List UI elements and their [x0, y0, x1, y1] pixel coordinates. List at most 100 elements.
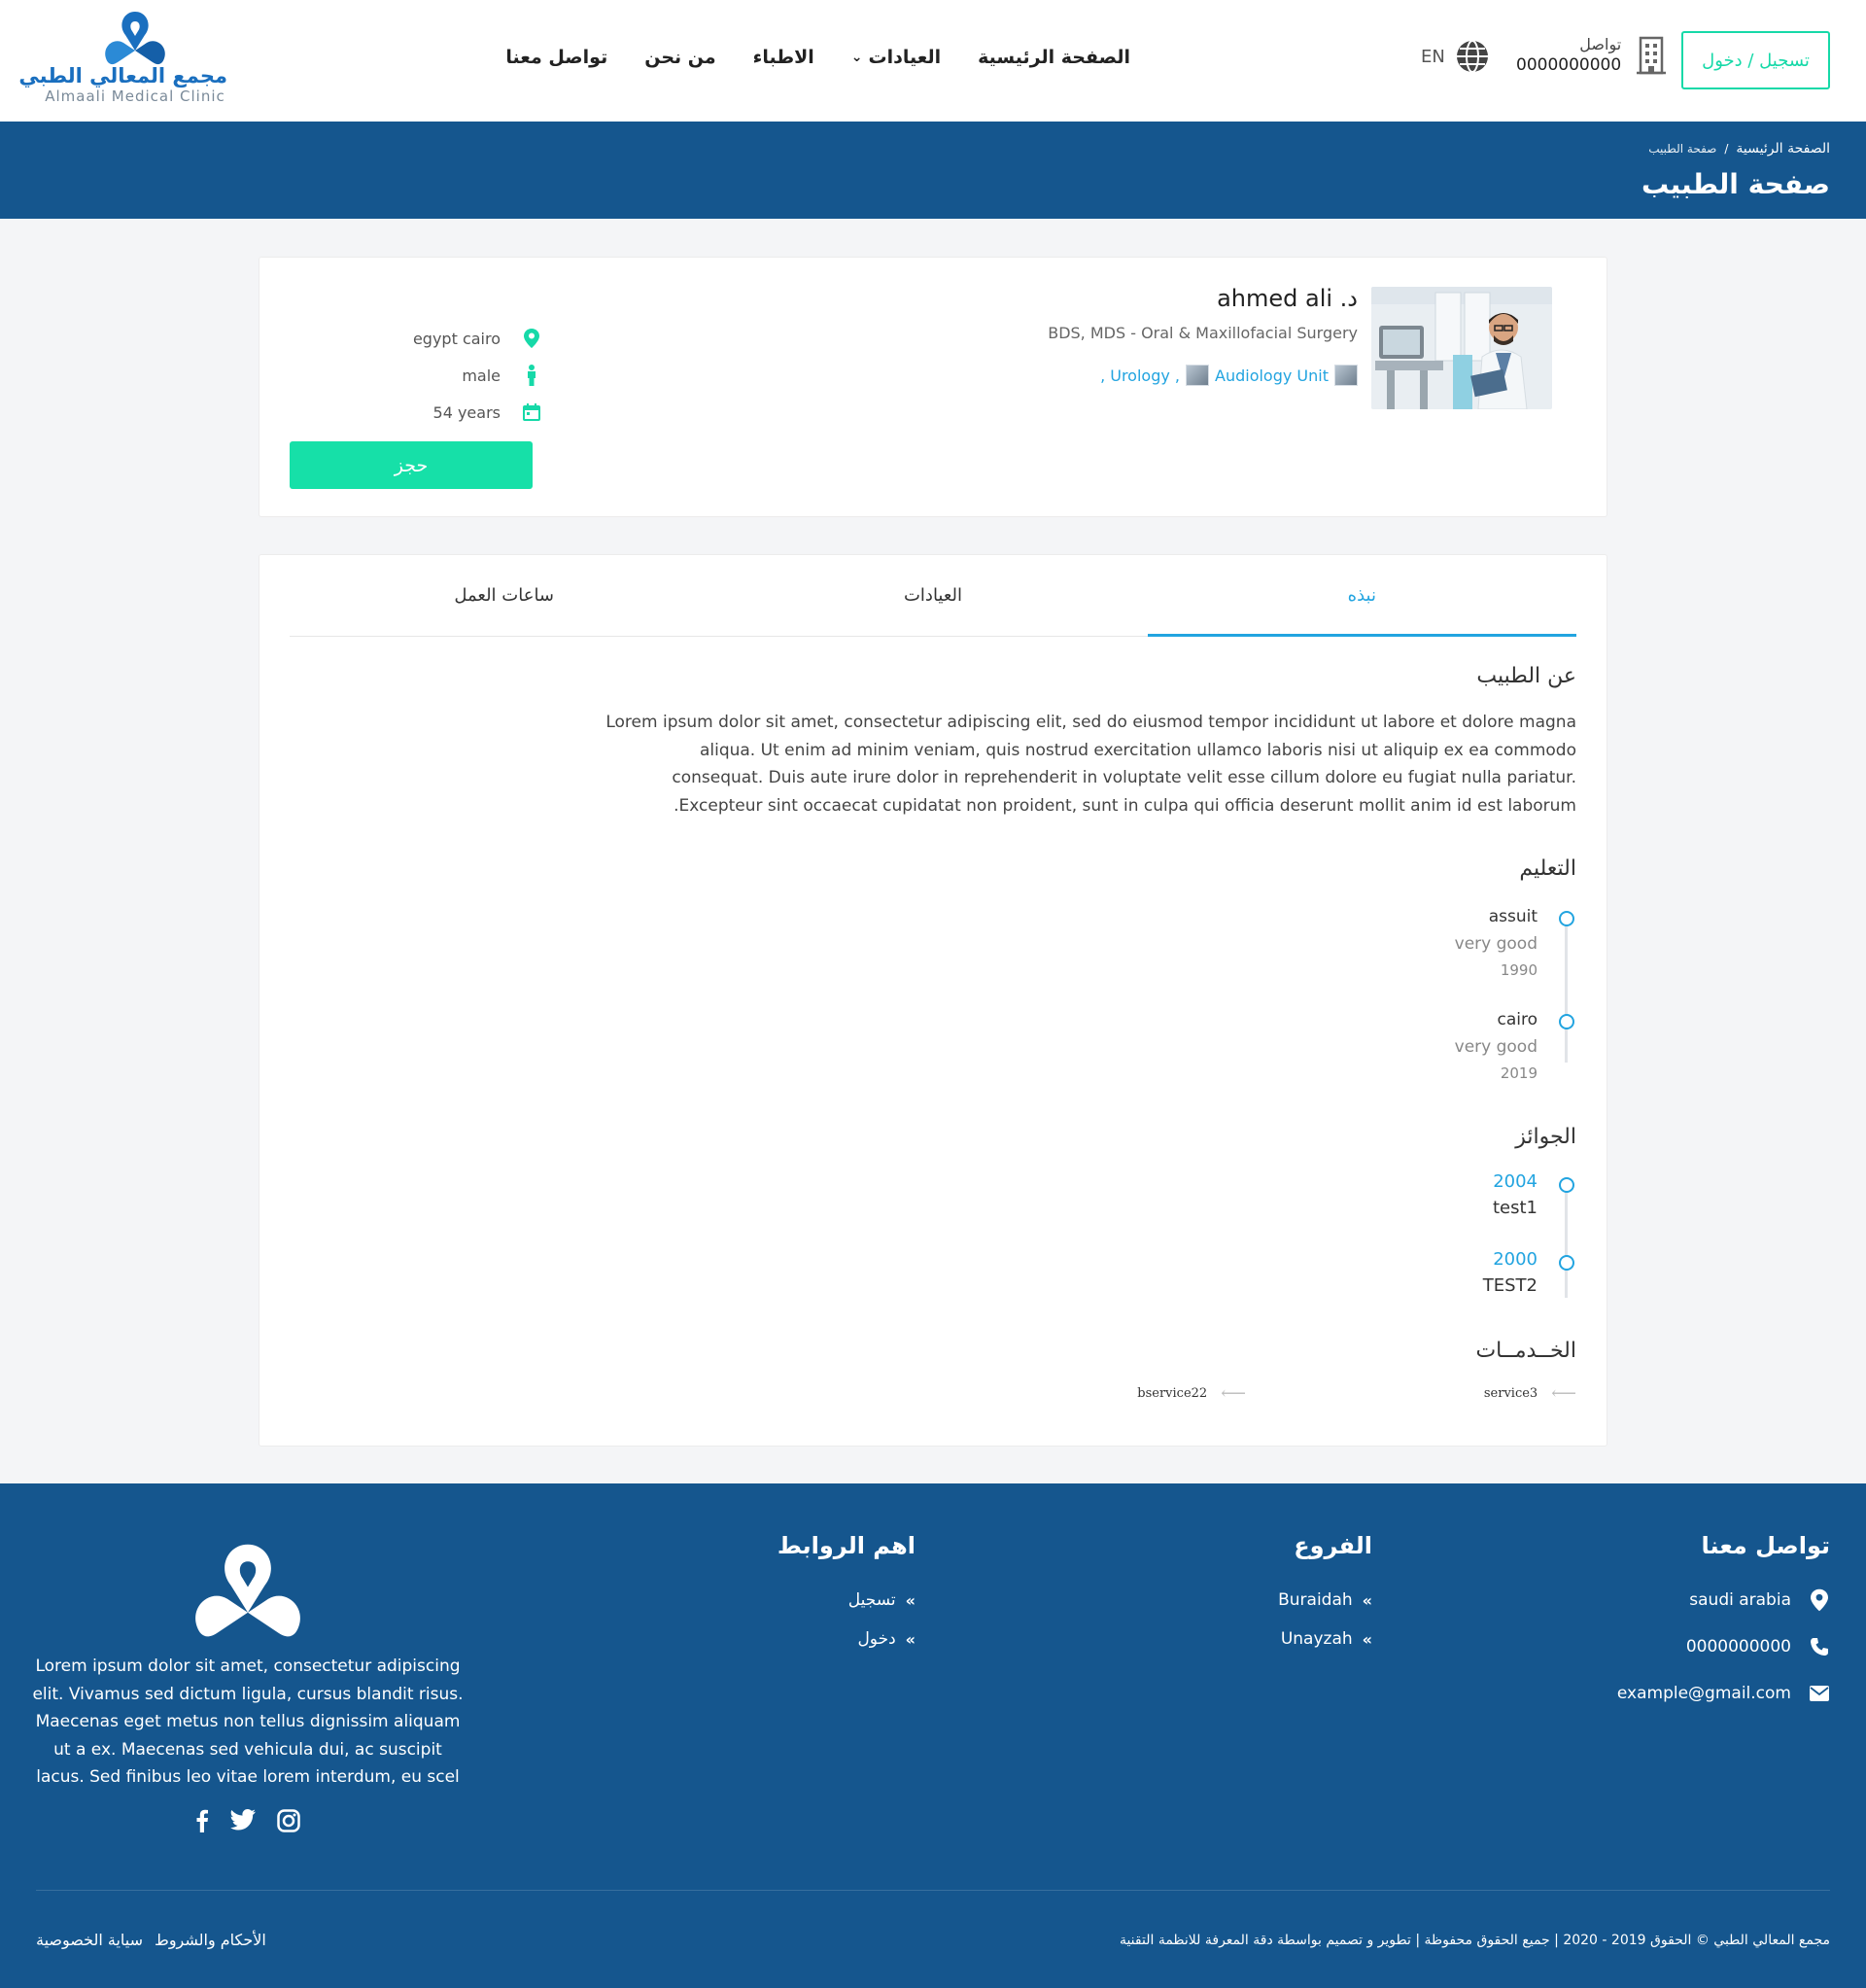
doctor-age: 54 years	[432, 402, 501, 422]
award-item: 2004 test1	[1493, 1171, 1538, 1218]
services-list: ⟵ service3 ⟵ bservice22	[916, 1383, 1576, 1404]
phone-icon	[1811, 1638, 1828, 1656]
nav-clinics-label: العيادات	[868, 47, 942, 68]
facebook-icon[interactable]	[195, 1809, 209, 1832]
double-chevron-icon: »	[1362, 1629, 1372, 1649]
timeline-dot	[1559, 1177, 1574, 1193]
male-person-icon	[528, 365, 536, 386]
education-item: assuit very good 1990	[1455, 907, 1538, 979]
services-title: الخــدمــات	[1475, 1339, 1576, 1363]
award-item: 2000 TEST2	[1483, 1249, 1538, 1296]
footer-address: saudi arabia	[1689, 1590, 1791, 1610]
nav-doctors[interactable]: الاطباء	[753, 47, 814, 68]
breadcrumb: الصفحة الرئيسية / صفحة الطبيب	[1648, 141, 1830, 157]
education-timeline: assuit very good 1990 cairo very good 20…	[1188, 907, 1576, 1082]
breadcrumb-home[interactable]: الصفحة الرئيسية	[1736, 141, 1830, 157]
footer-legal-links: الأحكام والشروط سياية الخصوصية	[36, 1931, 266, 1949]
main-nav: الصفحة الرئيسية العيادات ⌄ الاطباء من نح…	[505, 47, 1130, 68]
education-year: 2019	[1500, 1064, 1538, 1082]
award-year: 2004	[1493, 1171, 1538, 1192]
education-school: cairo	[1497, 1010, 1538, 1029]
clinic-thumbnail	[1334, 365, 1358, 386]
instagram-icon[interactable]	[277, 1808, 300, 1832]
award-title: test1	[1492, 1198, 1538, 1218]
double-chevron-icon: »	[1362, 1590, 1372, 1610]
twitter-icon[interactable]	[230, 1808, 256, 1832]
privacy-link[interactable]: سياية الخصوصية	[36, 1931, 143, 1949]
footer-email[interactable]: example@gmail.com	[1617, 1684, 1791, 1703]
footer-branches-title: الفروع	[1294, 1532, 1372, 1559]
doctor-photo	[1371, 287, 1552, 409]
awards-title: الجوائز	[1515, 1125, 1576, 1149]
clinic-link-audiology[interactable]: Audiology Unit	[1215, 366, 1329, 385]
double-chevron-icon: »	[905, 1629, 916, 1649]
service-item: ⟵ service3	[1246, 1383, 1576, 1404]
footer-contact-column: تواصل معنا saudi arabia 0000000000 examp…	[1617, 1532, 1830, 1713]
footer-email-row: example@gmail.com	[1617, 1674, 1830, 1713]
footer-register-link[interactable]: » تسجيل	[778, 1581, 916, 1620]
footer-link-label: دخول	[857, 1629, 896, 1649]
award-year: 2000	[1493, 1249, 1538, 1270]
doctor-photo-image	[1371, 287, 1552, 409]
doctor-location-row: egypt cairo	[386, 320, 541, 357]
doctor-info-list: egypt cairo male 54 years	[386, 320, 541, 431]
header-contact-number[interactable]: 0000000000	[1516, 55, 1621, 75]
footer-branch-link[interactable]: » Buraidah	[1278, 1581, 1372, 1620]
awards-timeline: 2004 test1 2000 TEST2	[1188, 1171, 1576, 1298]
service-name: bservice22	[1137, 1386, 1208, 1401]
nav-about[interactable]: من نحن	[644, 47, 715, 68]
education-year: 1990	[1500, 961, 1538, 979]
footer-branch-link[interactable]: » Unayzah	[1278, 1620, 1372, 1658]
site-footer: تواصل معنا saudi arabia 0000000000 examp…	[0, 1483, 1866, 1988]
tab-working-hours[interactable]: ساعات العمل	[290, 555, 718, 636]
footer-link-label: تسجيل	[847, 1590, 896, 1610]
nav-clinics-dropdown[interactable]: العيادات ⌄	[851, 47, 941, 68]
doctor-age-row: 54 years	[386, 394, 541, 431]
language-code: EN	[1421, 46, 1445, 67]
book-appointment-button[interactable]: حجز	[290, 441, 533, 489]
envelope-icon	[1810, 1686, 1829, 1701]
education-title: التعليم	[1519, 856, 1576, 881]
doctor-location: egypt cairo	[412, 329, 501, 348]
footer-brand: Lorem ipsum dolor sit amet, consectetur …	[29, 1528, 466, 1832]
chevron-down-icon: ⌄	[850, 50, 863, 65]
logo-mark-icon	[195, 1544, 300, 1637]
footer-login-link[interactable]: » دخول	[778, 1620, 916, 1658]
doctor-gender: male	[462, 366, 501, 385]
building-icon	[1637, 36, 1667, 74]
clinic-thumbnail	[1186, 365, 1209, 386]
education-item: cairo very good 2019	[1455, 1010, 1538, 1082]
language-switcher[interactable]: EN	[1421, 39, 1490, 74]
footer-phone[interactable]: 0000000000	[1686, 1637, 1791, 1657]
footer-copyright: مجمع المعالي الطبي © الحقوق 2019 - 2020 …	[1119, 1933, 1830, 1948]
header-contact: تواصل 0000000000	[1516, 35, 1668, 75]
timeline-line	[1565, 1185, 1568, 1298]
footer-branch-name: Unayzah	[1280, 1629, 1353, 1649]
footer-branch-name: Buraidah	[1278, 1590, 1353, 1610]
timeline-dot	[1559, 911, 1574, 926]
tab-bio[interactable]: نبذه	[1147, 555, 1577, 637]
map-pin-icon	[524, 329, 539, 348]
about-text: Lorem ipsum dolor sit amet, consectetur …	[605, 713, 1576, 816]
login-register-button[interactable]: تسجيل / دخول	[1681, 31, 1830, 89]
timeline-dot	[1559, 1014, 1574, 1029]
terms-link[interactable]: الأحكام والشروط	[155, 1931, 266, 1949]
page-title: صفحة الطبيب	[1641, 168, 1830, 200]
clinic-link-urology[interactable]: , Urology ,	[1100, 366, 1180, 385]
logo-english-text: Almaali Medical Clinic	[45, 87, 225, 105]
doctor-name: د. ahmed ali	[1217, 285, 1358, 312]
service-name: service3	[1483, 1386, 1538, 1401]
timeline-line	[1565, 919, 1568, 1063]
doctor-summary-card: د. ahmed ali BDS, MDS - Oral & Maxillofa…	[259, 257, 1607, 517]
arrow-left-icon: ⟵	[1551, 1383, 1576, 1404]
nav-home[interactable]: الصفحة الرئيسية	[978, 47, 1130, 68]
tab-clinics[interactable]: العيادات	[718, 555, 1147, 636]
site-logo[interactable]: مجمع المعالي الطبي Almaali Medical Clini…	[18, 8, 227, 117]
award-title: TEST2	[1482, 1275, 1538, 1296]
service-item: ⟵ bservice22	[916, 1383, 1246, 1404]
nav-contact[interactable]: تواصل معنا	[505, 47, 607, 68]
about-title: عن الطبيب	[1476, 664, 1576, 688]
globe-icon	[1456, 40, 1488, 73]
education-grade: very good	[1454, 934, 1538, 954]
header-contact-label: تواصل	[1579, 35, 1622, 53]
